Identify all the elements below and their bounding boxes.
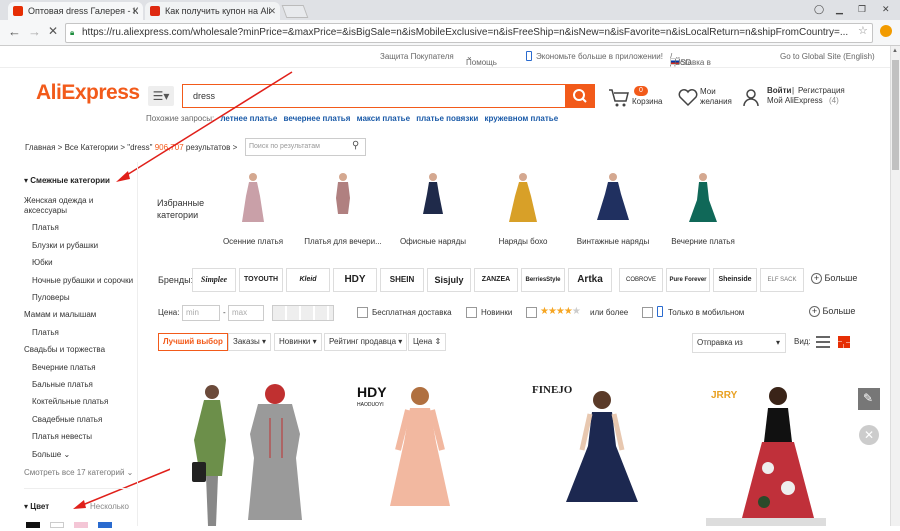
free-shipping-checkbox[interactable] xyxy=(357,307,368,318)
brand-logo[interactable]: ELF SACK xyxy=(760,268,804,292)
brand-logo[interactable]: Pure Forever xyxy=(666,268,710,292)
featured-category[interactable]: Наряды бохо xyxy=(478,172,568,246)
grid-view-icon[interactable] xyxy=(838,336,850,348)
brand-logo[interactable]: Kleid xyxy=(286,268,330,292)
rating-label: или более xyxy=(590,308,629,317)
category-more-link[interactable]: Больше ⌄ xyxy=(32,450,70,459)
sort-seller-rating[interactable]: Рейтинг продавца ▾ xyxy=(324,333,408,351)
separator: - xyxy=(223,308,226,317)
filter-row: Цена: min - max Бесплатная доставка Нови… xyxy=(158,305,858,321)
new-items-label: Новинки xyxy=(481,308,513,317)
brand-logo[interactable]: Simplee xyxy=(192,268,236,292)
category-sidebar: ▾ Смежные категории Женская одежда и акс… xyxy=(0,162,138,528)
category-item[interactable]: Пуловеры xyxy=(32,293,70,302)
dress-image xyxy=(689,173,717,222)
sort-newest[interactable]: Новинки ▾ xyxy=(274,333,322,351)
product-image xyxy=(566,391,638,502)
category-item[interactable]: Платья xyxy=(32,223,59,232)
brands-more-button[interactable]: + Больше xyxy=(811,273,857,284)
price-range-slider[interactable] xyxy=(272,305,334,321)
see-all-categories-link[interactable]: Смотреть все 17 категорий ⌄ xyxy=(24,468,133,477)
color-more-link[interactable]: Несколько xyxy=(90,502,129,511)
price-max-input[interactable]: max xyxy=(228,305,264,321)
price-label: Цена: xyxy=(158,308,180,317)
brand-logo[interactable]: Artka xyxy=(568,268,612,292)
dress-image xyxy=(509,173,537,222)
divider xyxy=(24,488,130,489)
dress-image xyxy=(423,173,443,214)
category-item[interactable]: Блузки и рубашки xyxy=(32,241,98,250)
scroll-up-arrow-icon[interactable]: ▲ xyxy=(892,48,898,54)
dress-image xyxy=(336,173,350,214)
sort-price[interactable]: Цена ⇕ xyxy=(408,333,447,351)
filters-more-button[interactable]: + Больше xyxy=(809,306,855,317)
close-floating-button[interactable]: ✕ xyxy=(859,425,879,445)
scroll-thumb[interactable] xyxy=(892,60,899,170)
category-item[interactable]: Коктейльные платья xyxy=(32,397,108,406)
category-item[interactable]: Бальные платья xyxy=(32,380,93,389)
brand-logo[interactable]: HDY xyxy=(333,268,377,292)
rating-checkbox[interactable] xyxy=(526,307,537,318)
product-card[interactable]: JRRY xyxy=(706,378,856,526)
close-icon: ✕ xyxy=(863,428,875,442)
featured-category[interactable]: Винтажные наряды xyxy=(568,172,658,246)
plus-circle-icon: + xyxy=(811,273,822,284)
new-items-checkbox[interactable] xyxy=(466,307,477,318)
category-item[interactable]: Свадьбы и торжества xyxy=(24,345,105,354)
product-card[interactable]: HDY HAODUOYI xyxy=(350,378,500,526)
sort-orders[interactable]: Заказы ▾ xyxy=(228,333,271,351)
category-item[interactable]: Юбки xyxy=(32,258,53,267)
brand-logo[interactable]: TOYOUTH xyxy=(239,268,283,292)
mobile-only-checkbox[interactable] xyxy=(642,307,653,318)
list-view-icon[interactable] xyxy=(816,336,830,348)
color-swatch-white[interactable] xyxy=(50,522,64,528)
brand-logo[interactable]: Sheinside xyxy=(713,268,757,292)
view-label: Вид: xyxy=(794,337,811,346)
brand-logo[interactable]: COBROVE xyxy=(619,268,663,292)
color-filter-title[interactable]: ▾ Цвет xyxy=(24,502,49,511)
category-item[interactable]: Платья невесты xyxy=(32,432,92,441)
featured-category[interactable]: Осенние платья xyxy=(208,172,298,246)
product-image xyxy=(706,387,826,526)
category-item[interactable]: Ночные рубашки и сорочки xyxy=(32,276,133,285)
sort-bar: Лучший выбор Заказы ▾ Новинки ▾ Рейтинг … xyxy=(158,333,858,353)
category-item[interactable]: Женская одежда и xyxy=(24,196,93,205)
page-scrollbar[interactable]: ▲ xyxy=(890,46,900,526)
product-image xyxy=(390,387,450,506)
star-rating-icon: ★★★★★ xyxy=(540,306,581,317)
category-item[interactable]: Мамам и малышам xyxy=(24,310,96,319)
feedback-button[interactable]: ✎ xyxy=(858,388,880,410)
dress-image xyxy=(597,173,629,220)
sort-best-match[interactable]: Лучший выбор xyxy=(158,333,228,351)
pencil-icon: ✎ xyxy=(863,391,874,405)
color-swatch-pink[interactable] xyxy=(74,522,88,528)
featured-category[interactable]: Офисные наряды xyxy=(388,172,478,246)
mobile-only-label: Только в мобильном xyxy=(668,308,745,317)
related-categories-title[interactable]: ▾ Смежные категории xyxy=(24,176,110,185)
color-swatch-black[interactable] xyxy=(26,522,40,528)
category-item[interactable]: аксессуары xyxy=(24,206,67,215)
featured-category[interactable]: Вечерние платья xyxy=(658,172,748,246)
ship-from-select[interactable]: Отправка из ▾ xyxy=(692,333,786,353)
product-card[interactable]: FINEJO xyxy=(530,378,680,526)
plus-circle-icon: + xyxy=(809,306,820,317)
dress-image xyxy=(242,173,264,222)
brand-logo[interactable]: BerriesStyle xyxy=(521,268,565,292)
featured-category[interactable]: Платья для вечери... xyxy=(298,172,388,246)
brand-logo[interactable]: SHEIN xyxy=(380,268,424,292)
category-item[interactable]: Вечерние платья xyxy=(32,363,96,372)
brand-logo[interactable]: Sisjuly xyxy=(427,268,471,292)
category-item[interactable]: Свадебные платья xyxy=(32,415,102,424)
brand-logo[interactable]: ZANZEA xyxy=(474,268,518,292)
product-card[interactable] xyxy=(170,378,320,526)
product-image xyxy=(192,384,302,526)
price-min-input[interactable]: min xyxy=(182,305,220,321)
color-swatch-blue[interactable] xyxy=(98,522,112,528)
brands-label: Бренды: xyxy=(158,275,194,285)
free-shipping-label: Бесплатная доставка xyxy=(372,308,452,317)
phone-icon xyxy=(657,306,663,317)
category-item[interactable]: Платья xyxy=(32,328,59,337)
